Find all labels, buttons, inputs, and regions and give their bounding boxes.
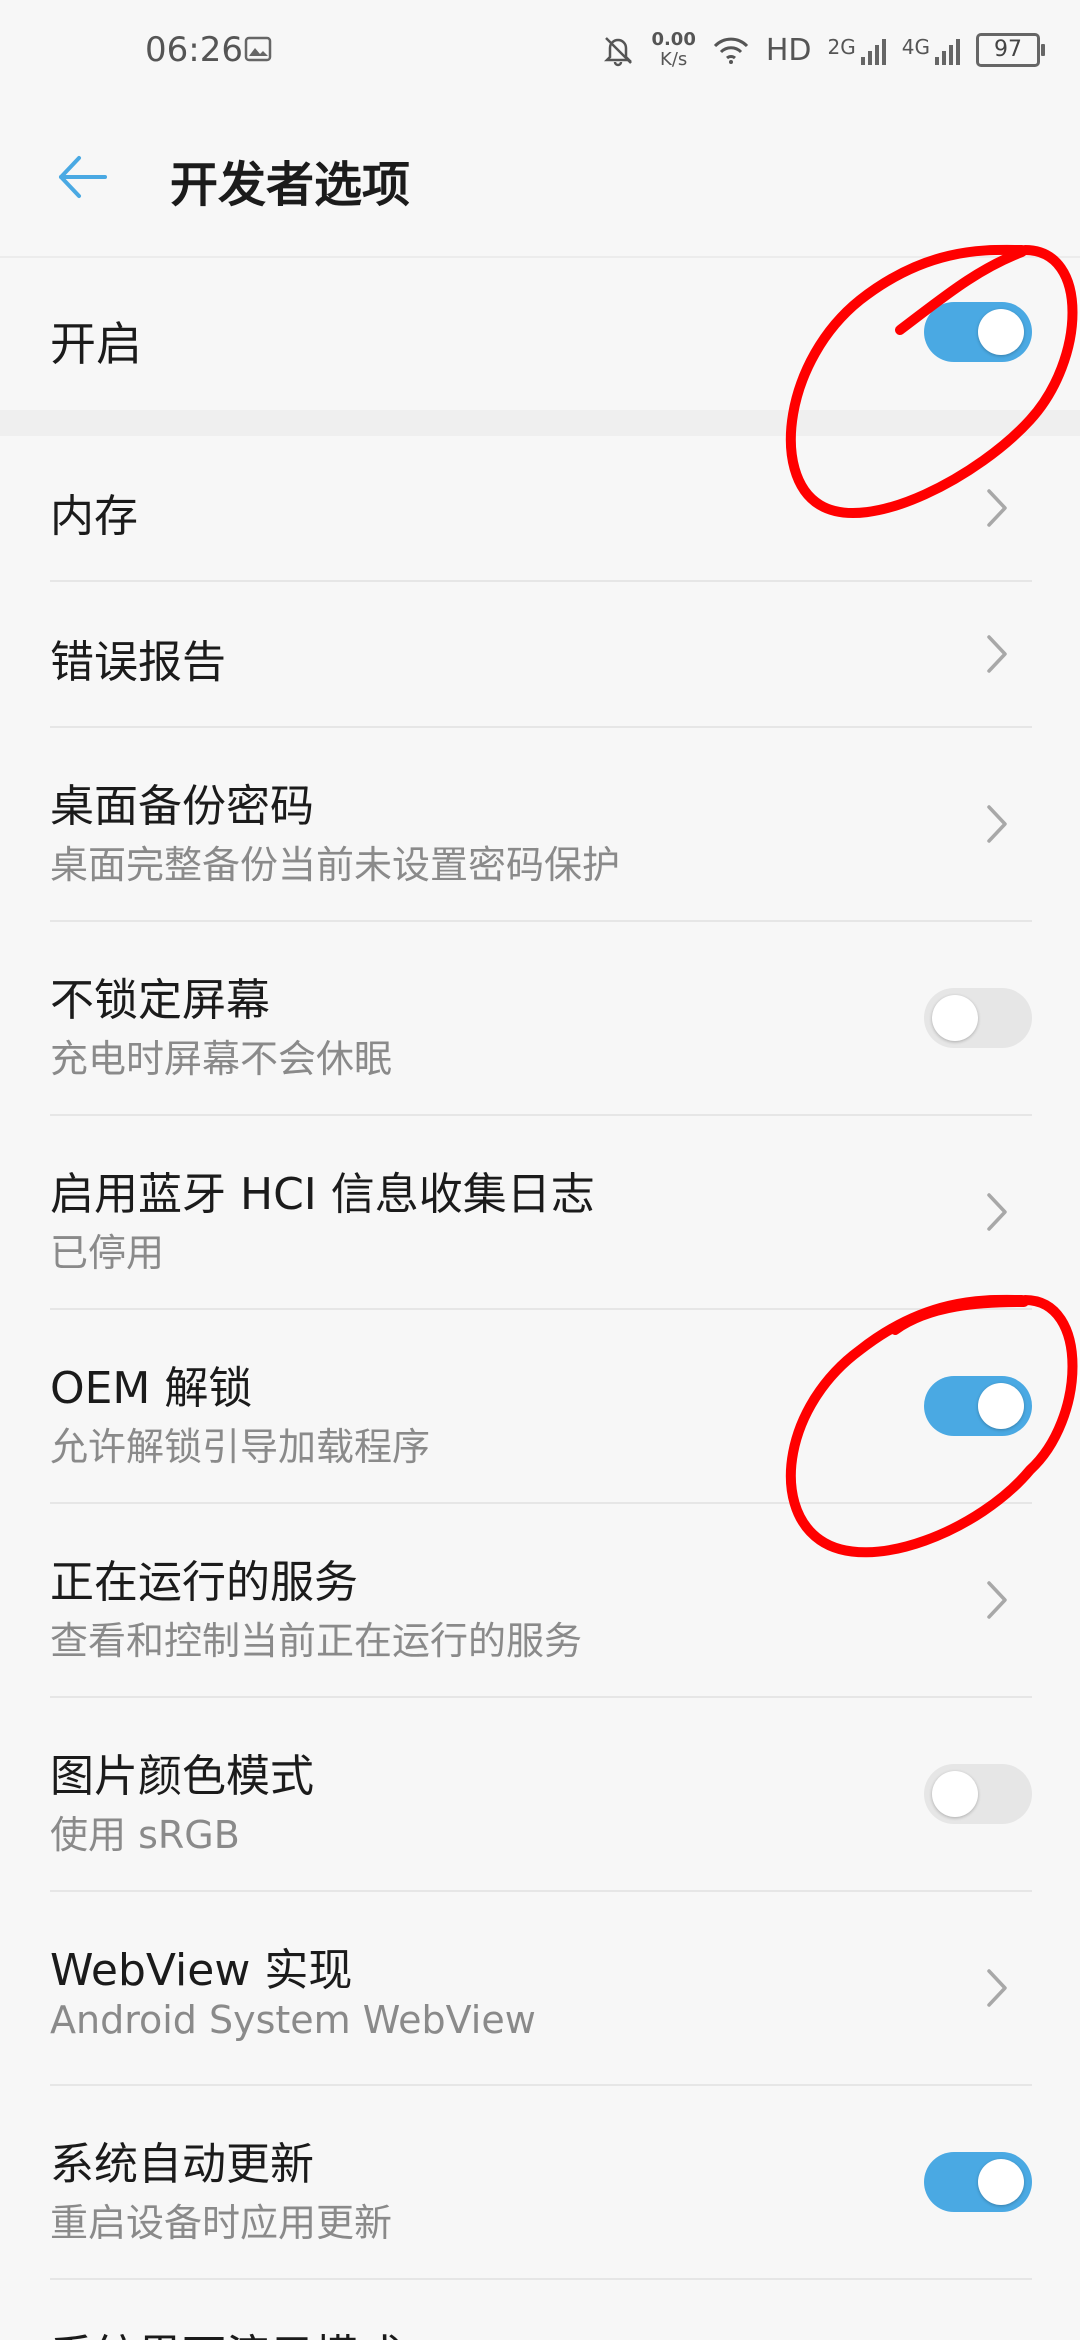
- row-subtitle: 重启设备时应用更新: [50, 2201, 393, 2245]
- sim1-signal-icon: 2G: [828, 35, 886, 65]
- chevron-right-icon: [987, 1581, 1007, 1619]
- master-toggle[interactable]: [924, 302, 1032, 362]
- row-title: OEM 解锁: [50, 1363, 253, 1414]
- chevron-right-icon: [987, 1193, 1007, 1231]
- chevron-right-icon: [987, 635, 1007, 673]
- app-bar: 开发者选项: [0, 100, 1080, 258]
- row-subtitle: Android System WebView: [50, 1998, 536, 2042]
- row-bluetooth-hci-log[interactable]: 启用蓝牙 HCI 信息收集日志 已停用: [50, 1116, 1032, 1310]
- stay-awake-toggle[interactable]: [924, 988, 1032, 1048]
- chevron-right-icon: [987, 489, 1007, 527]
- row-title: 不锁定屏幕: [50, 975, 270, 1026]
- status-time: 06:26: [145, 30, 243, 70]
- status-icons: 0.00 K/s HD 2G 4G 97: [601, 30, 1045, 70]
- row-title: WebView 实现: [50, 1945, 353, 1996]
- row-title: 正在运行的服务: [50, 1557, 358, 1608]
- status-bar: 06:26 0.00 K/s HD 2G 4G 97: [0, 0, 1080, 100]
- battery-level: 97: [994, 37, 1022, 62]
- row-backup-password[interactable]: 桌面备份密码 桌面完整备份当前未设置密码保护: [50, 728, 1032, 922]
- row-subtitle: 允许解锁引导加载程序: [50, 1425, 431, 1469]
- row-subtitle: 使用 sRGB: [50, 1813, 240, 1857]
- arrow-left-icon[interactable]: [55, 150, 109, 204]
- row-stay-awake[interactable]: 不锁定屏幕 充电时屏幕不会休眠: [50, 922, 1032, 1116]
- master-switch-label: 开启: [50, 317, 142, 371]
- row-memory[interactable]: 内存: [50, 436, 1032, 582]
- hd-label: HD: [765, 32, 812, 68]
- row-running-services[interactable]: 正在运行的服务 查看和控制当前正在运行的服务: [50, 1504, 1032, 1698]
- sim2-network-label: 4G: [901, 35, 930, 59]
- sim2-signal-icon: 4G: [902, 35, 960, 65]
- row-auto-system-update[interactable]: 系统自动更新 重启设备时应用更新: [50, 2086, 1032, 2280]
- oem-unlock-toggle[interactable]: [924, 1376, 1032, 1436]
- color-mode-toggle[interactable]: [924, 1764, 1032, 1824]
- row-title: 内存: [50, 491, 138, 542]
- row-title: 桌面备份密码: [50, 781, 314, 832]
- row-title: 启用蓝牙 HCI 信息收集日志: [50, 1169, 595, 1220]
- row-demo-mode[interactable]: 系统界面演示模式: [50, 2280, 1032, 2340]
- row-subtitle: 桌面完整备份当前未设置密码保护: [50, 843, 621, 887]
- auto-update-toggle[interactable]: [924, 2152, 1032, 2212]
- row-webview-implementation[interactable]: WebView 实现 Android System WebView: [50, 1892, 1032, 2086]
- wifi-icon: [713, 37, 748, 64]
- row-subtitle: 已停用: [50, 1231, 165, 1275]
- net-speed-unit: K/s: [660, 49, 688, 70]
- row-subtitle: 充电时屏幕不会休眠: [50, 1037, 393, 1081]
- sim1-network-label: 2G: [827, 35, 856, 59]
- row-oem-unlock[interactable]: OEM 解锁 允许解锁引导加载程序: [50, 1310, 1032, 1504]
- toggle-knob: [932, 995, 978, 1041]
- developer-options-screen: 06:26 0.00 K/s HD 2G 4G 97 开发者选项 开启 内存 错…: [0, 0, 1080, 2340]
- row-picture-color-mode[interactable]: 图片颜色模式 使用 sRGB: [50, 1698, 1032, 1892]
- row-title: 系统界面演示模式: [50, 2320, 402, 2340]
- section-divider: [0, 410, 1080, 436]
- net-speed: 0.00 K/s: [651, 30, 695, 70]
- page-title: 开发者选项: [170, 157, 411, 213]
- row-title: 系统自动更新: [50, 2139, 314, 2190]
- toggle-knob: [978, 1383, 1024, 1429]
- row-title: 错误报告: [50, 637, 226, 688]
- bell-off-icon: [604, 37, 633, 67]
- master-switch-row[interactable]: 开启: [0, 258, 1080, 408]
- toggle-knob: [978, 309, 1024, 355]
- row-bug-report[interactable]: 错误报告: [50, 582, 1032, 728]
- toggle-knob: [978, 2159, 1024, 2205]
- row-title: 图片颜色模式: [50, 1751, 314, 1802]
- battery-icon: 97: [976, 33, 1045, 67]
- chevron-right-icon: [987, 1969, 1007, 2007]
- net-speed-value: 0.00: [651, 29, 696, 50]
- image-icon: [244, 36, 272, 62]
- chevron-right-icon: [987, 805, 1007, 843]
- toggle-knob: [932, 1771, 978, 1817]
- row-subtitle: 查看和控制当前正在运行的服务: [50, 1619, 583, 1663]
